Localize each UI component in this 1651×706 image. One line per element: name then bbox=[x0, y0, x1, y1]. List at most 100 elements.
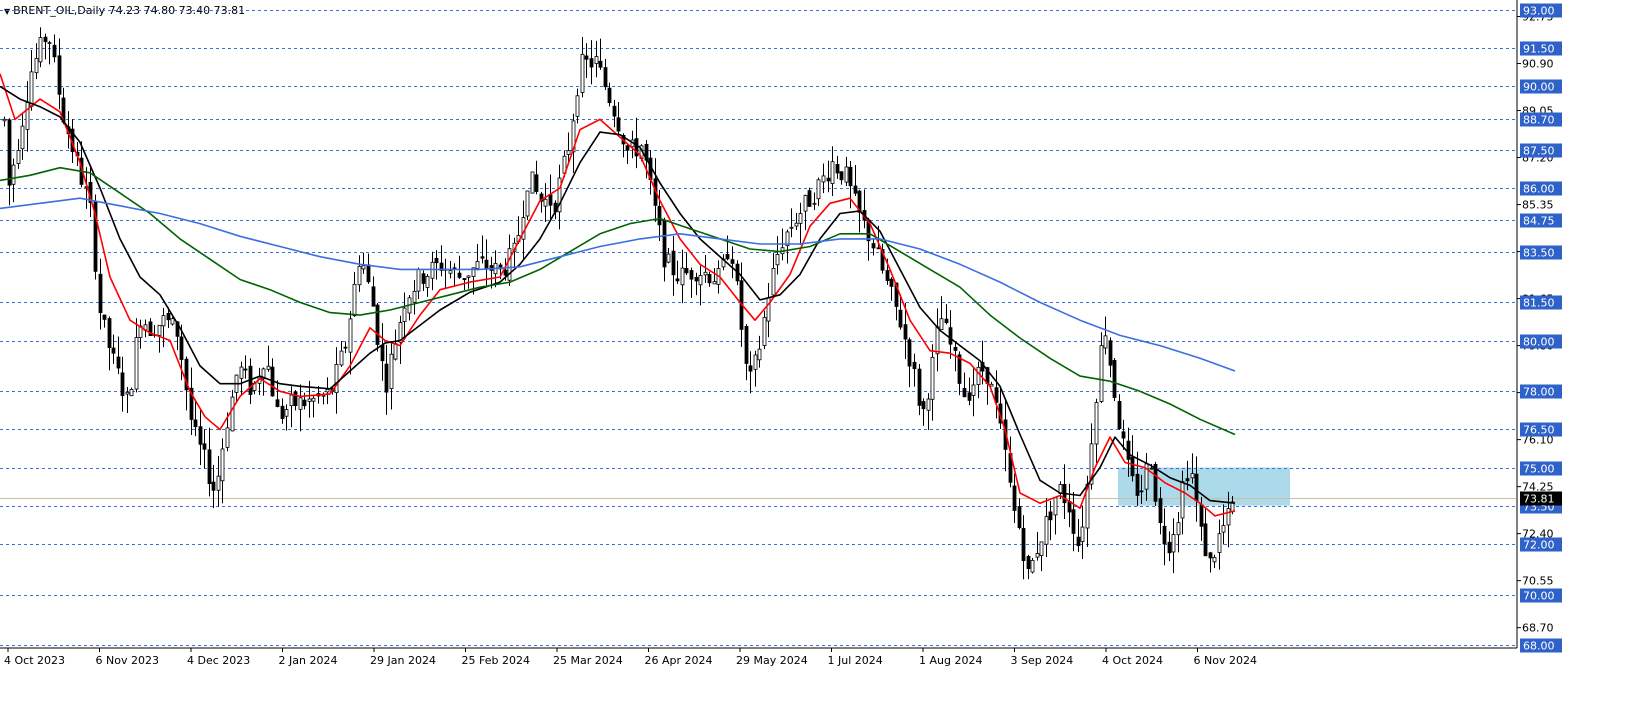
x-tick-label: 6 Nov 2023 bbox=[96, 654, 159, 667]
candle-body bbox=[1012, 485, 1017, 511]
candle-body bbox=[1017, 506, 1022, 529]
candle-body bbox=[575, 95, 580, 117]
candle-body bbox=[230, 396, 235, 432]
candle-body bbox=[921, 401, 926, 410]
candle-body bbox=[52, 44, 57, 58]
candle-body bbox=[625, 145, 630, 151]
y-tick-label: 70.55 bbox=[1522, 575, 1554, 588]
candle-body bbox=[566, 150, 571, 155]
candle-body bbox=[826, 177, 831, 182]
candle-body bbox=[361, 265, 366, 270]
candle-body bbox=[434, 257, 439, 264]
candle-body bbox=[343, 346, 348, 349]
candle-body bbox=[179, 336, 184, 360]
candle-body bbox=[730, 259, 735, 264]
candle-body bbox=[1190, 473, 1195, 479]
candle-body bbox=[675, 278, 680, 282]
candle-body bbox=[375, 304, 380, 345]
candle-body bbox=[20, 125, 25, 150]
candle-body bbox=[930, 356, 935, 400]
candle-body bbox=[725, 253, 730, 260]
candle-body bbox=[275, 399, 280, 408]
candle-body bbox=[917, 368, 922, 406]
x-tick-label: 26 Apr 2024 bbox=[645, 654, 713, 667]
candle-body bbox=[1030, 559, 1035, 573]
candle-body bbox=[584, 55, 589, 60]
candle-body bbox=[1217, 533, 1222, 553]
candle-body bbox=[967, 392, 972, 401]
candle-body bbox=[794, 222, 799, 227]
candle-body bbox=[666, 253, 671, 263]
candle-body bbox=[971, 384, 976, 396]
moving-average-line-4 bbox=[0, 197, 1236, 372]
candle-body bbox=[1135, 473, 1140, 496]
candle-body bbox=[703, 271, 708, 276]
moving-average-line-2 bbox=[0, 85, 1236, 504]
y-tick-label: 68.70 bbox=[1522, 622, 1554, 635]
candle-body bbox=[689, 270, 694, 280]
candle-body bbox=[926, 398, 931, 411]
candle-body bbox=[898, 309, 903, 328]
candle-body bbox=[430, 261, 435, 279]
candle-body bbox=[753, 354, 758, 370]
candle-body bbox=[1076, 536, 1081, 547]
candle-body bbox=[1048, 511, 1053, 521]
candle-body bbox=[484, 259, 489, 270]
candle-body bbox=[202, 443, 207, 450]
level-label: 88.70 bbox=[1523, 114, 1555, 127]
candle-body bbox=[835, 164, 840, 174]
candle-body bbox=[935, 326, 940, 355]
candle-body bbox=[47, 42, 52, 45]
candle-body bbox=[311, 397, 316, 402]
x-tick-label: 4 Oct 2023 bbox=[4, 654, 65, 667]
price-axis: 92.7590.9089.0587.2085.3583.5081.6579.80… bbox=[1516, 0, 1562, 653]
candle-body bbox=[321, 394, 326, 397]
candle-body bbox=[657, 206, 662, 226]
candles-layer bbox=[2, 27, 1235, 580]
candle-body bbox=[598, 60, 603, 68]
candle-body bbox=[1094, 402, 1099, 445]
candle-body bbox=[371, 286, 376, 307]
x-tick-label: 1 Aug 2024 bbox=[919, 654, 982, 667]
candle-body bbox=[339, 350, 344, 366]
candle-body bbox=[384, 363, 389, 393]
candle-body bbox=[589, 58, 594, 68]
level-label: 68.00 bbox=[1523, 640, 1555, 653]
x-tick-label: 2 Jan 2024 bbox=[279, 654, 338, 667]
candle-body bbox=[225, 427, 230, 448]
candle-body bbox=[1176, 522, 1181, 536]
candle-body bbox=[607, 87, 612, 104]
candle-body bbox=[107, 318, 112, 348]
x-tick-label: 3 Sep 2024 bbox=[1011, 654, 1074, 667]
candle-body bbox=[457, 272, 462, 278]
candle-body bbox=[1158, 498, 1163, 524]
candle-body bbox=[1126, 440, 1131, 460]
candle-body bbox=[912, 361, 917, 370]
candle-body bbox=[348, 318, 353, 353]
candle-body bbox=[1149, 467, 1154, 470]
candle-body bbox=[166, 313, 171, 321]
candle-body bbox=[57, 55, 62, 95]
candle-body bbox=[1026, 556, 1031, 569]
price-chart[interactable]: 92.7590.9089.0587.2085.3583.5081.6579.80… bbox=[0, 0, 1651, 706]
level-label: 91.50 bbox=[1523, 43, 1555, 56]
candle-body bbox=[98, 273, 103, 314]
candle-body bbox=[193, 419, 198, 428]
current-price-label: 73.81 bbox=[1523, 493, 1555, 506]
level-label: 83.50 bbox=[1523, 247, 1555, 260]
candle-body bbox=[712, 281, 717, 285]
candle-body bbox=[102, 314, 107, 320]
candle-body bbox=[534, 174, 539, 192]
candle-body bbox=[766, 297, 771, 322]
candle-body bbox=[543, 198, 548, 207]
candle-body bbox=[480, 256, 485, 259]
candle-body bbox=[1203, 523, 1208, 557]
candle-body bbox=[389, 353, 394, 389]
candle-body bbox=[1021, 528, 1026, 561]
moving-average-line-1 bbox=[0, 73, 1236, 517]
candle-body bbox=[211, 481, 216, 491]
candle-body bbox=[694, 277, 699, 282]
candle-body bbox=[953, 346, 958, 351]
level-grid-layer bbox=[0, 10, 1516, 646]
candle-body bbox=[548, 194, 553, 206]
